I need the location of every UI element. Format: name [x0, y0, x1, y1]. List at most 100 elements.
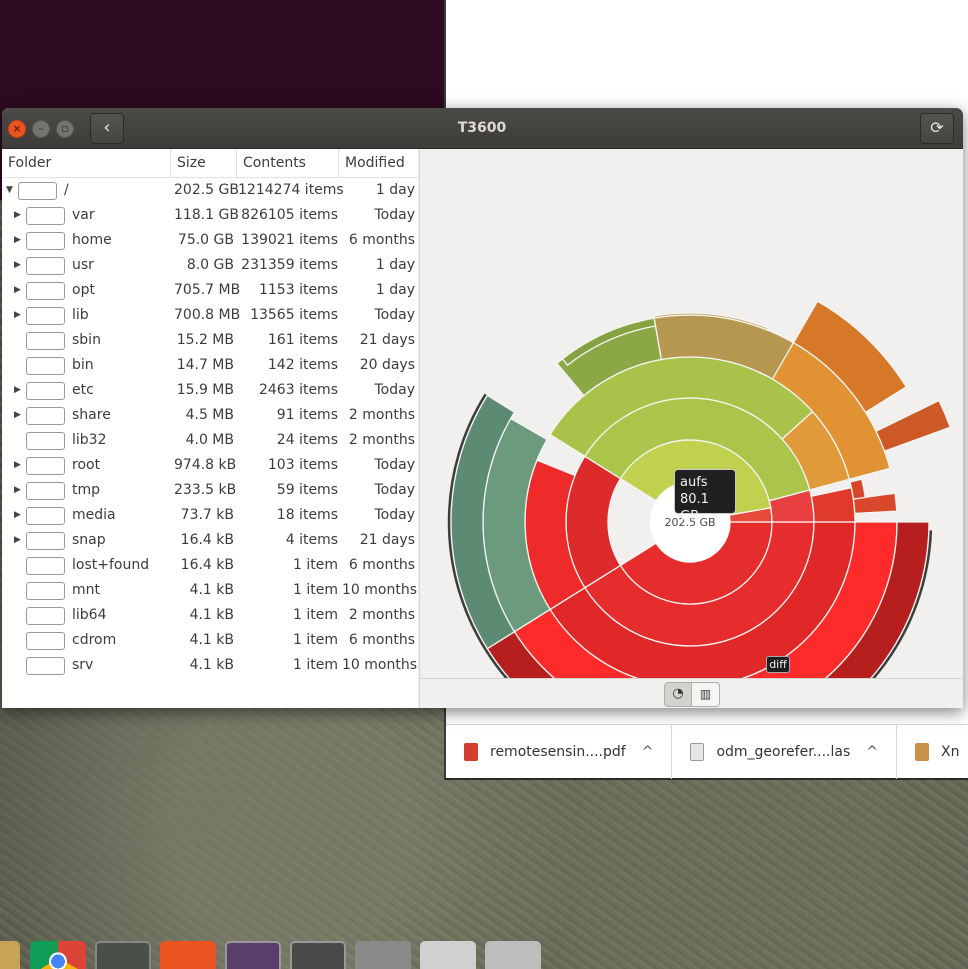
folder-name: var [72, 207, 95, 223]
close-button[interactable]: × [8, 120, 26, 138]
ring-segment-var-child[interactable] [810, 486, 856, 523]
chevron-right-icon[interactable]: ▶ [14, 278, 21, 303]
download-item[interactable]: Xn [897, 725, 968, 779]
column-header-contents[interactable]: Contents [237, 149, 339, 178]
folder-contents: 142 items [267, 357, 338, 373]
download-item[interactable]: remotesensin....pdf ^ [446, 724, 673, 779]
window-icon[interactable] [290, 941, 346, 969]
usage-bar [26, 407, 65, 425]
tree-row-lib32[interactable]: lib32 4.0 MB 24 items 2 months [2, 428, 418, 453]
usage-bar [26, 507, 65, 525]
chevron-right-icon[interactable]: ▶ [14, 228, 21, 253]
tree-row-srv[interactable]: srv 4.1 kB 1 item 10 months [2, 653, 418, 678]
hover-label: diff [766, 656, 790, 673]
folder-name: / [64, 182, 69, 198]
usage-bar [26, 232, 65, 250]
ring-chart-view-button[interactable]: ◔ [664, 682, 692, 707]
column-header-folder[interactable]: Folder [2, 149, 171, 178]
download-name: remotesensin....pdf [490, 743, 626, 760]
folder-name: snap [72, 532, 106, 548]
tree-row-lostfound[interactable]: lost+found 16.4 kB 1 item 6 months [2, 553, 418, 578]
ring-segment-usr-child[interactable] [875, 399, 952, 453]
folder-size: 705.7 MB [174, 282, 241, 298]
tree-row-mnt[interactable]: mnt 4.1 kB 1 item 10 months [2, 578, 418, 603]
ring-chart-panel[interactable]: 202.5 GB aufs 80.1 GB diff [419, 149, 963, 678]
usb-icon[interactable] [485, 941, 541, 969]
folder-size: 4.1 kB [189, 632, 234, 648]
usage-bar [26, 207, 65, 225]
ring-chart[interactable]: 202.5 GB [420, 149, 963, 678]
minimize-button[interactable]: – [32, 120, 50, 138]
chevron-right-icon[interactable]: ▶ [14, 478, 21, 503]
folder-modified: 21 days [359, 332, 415, 348]
package-icon [914, 742, 929, 761]
system-monitor-icon[interactable] [95, 941, 151, 969]
folder-modified: 1 day [375, 282, 415, 298]
tree-row-lib[interactable]: ▶ lib 700.8 MB 13565 items Today [2, 303, 418, 328]
back-button[interactable]: ‹ [90, 113, 124, 144]
disk-icon[interactable] [355, 941, 411, 969]
folder-modified: 1 day [375, 182, 415, 198]
tree-row-root[interactable]: ▼ / 202.5 GB 1214274 items 1 day [2, 178, 418, 203]
usage-bar [26, 632, 65, 650]
app-icon[interactable] [225, 941, 281, 969]
tree-row-bin[interactable]: bin 14.7 MB 142 items 20 days [2, 353, 418, 378]
folder-modified: 10 months [342, 582, 417, 598]
folder-name: lib [72, 307, 89, 323]
chevron-right-icon[interactable]: ▶ [14, 378, 21, 403]
folder-contents: 2463 items [258, 382, 338, 398]
usage-bar [26, 282, 65, 300]
tree-row-root[interactable]: ▶ root 974.8 kB 103 items Today [2, 453, 418, 478]
tree-row-share[interactable]: ▶ share 4.5 MB 91 items 2 months [2, 403, 418, 428]
folder-name: etc [72, 382, 94, 398]
chevron-right-icon[interactable]: ▶ [14, 303, 21, 328]
drive-icon[interactable] [420, 941, 476, 969]
tree-row-snap[interactable]: ▶ snap 16.4 kB 4 items 21 days [2, 528, 418, 553]
tree-row-etc[interactable]: ▶ etc 15.9 MB 2463 items Today [2, 378, 418, 403]
tree-row-sbin[interactable]: sbin 15.2 MB 161 items 21 days [2, 328, 418, 353]
usage-bar [26, 357, 65, 375]
chevron-right-icon[interactable]: ▶ [14, 253, 21, 278]
tree-row-home[interactable]: ▶ home 75.0 GB 139021 items 6 months [2, 228, 418, 253]
folder-size: 16.4 kB [180, 557, 234, 573]
ring-segment-small[interactable] [849, 478, 867, 500]
folder-modified: 2 months [348, 407, 415, 423]
folder-name: root [72, 457, 101, 473]
chevron-right-icon[interactable]: ▶ [14, 503, 21, 528]
folder-size: 73.7 kB [180, 507, 234, 523]
close-icon: × [12, 122, 22, 135]
tree-row-tmp[interactable]: ▶ tmp 233.5 kB 59 items Today [2, 478, 418, 503]
chevron-right-icon[interactable]: ▶ [14, 528, 21, 553]
folder-contents: 1 item [293, 607, 338, 623]
folder-name: home [72, 232, 112, 248]
tree-row-media[interactable]: ▶ media 73.7 kB 18 items Today [2, 503, 418, 528]
refresh-button[interactable]: ⟳ [920, 113, 954, 144]
tree-row-cdrom[interactable]: cdrom 4.1 kB 1 item 6 months [2, 628, 418, 653]
ubuntu-software-icon[interactable] [160, 941, 216, 969]
folder-name: cdrom [72, 632, 117, 648]
treemap-view-button[interactable]: ▥ [692, 682, 720, 707]
chevron-down-icon[interactable]: ▼ [6, 178, 13, 203]
tree-row-usr[interactable]: ▶ usr 8.0 GB 231359 items 1 day [2, 253, 418, 278]
chevron-right-icon[interactable]: ▶ [14, 403, 21, 428]
tree-row-opt[interactable]: ▶ opt 705.7 MB 1153 items 1 day [2, 278, 418, 303]
chrome-icon[interactable] [30, 941, 86, 969]
files-icon[interactable] [0, 941, 20, 969]
chevron-right-icon[interactable]: ▶ [14, 453, 21, 478]
window-title: T3600 [457, 120, 507, 136]
folder-modified: 6 months [348, 232, 415, 248]
column-header-modified[interactable]: Modified [339, 149, 418, 178]
folder-name: mnt [72, 582, 100, 598]
maximize-button[interactable]: ▫ [56, 120, 74, 138]
download-item[interactable]: odm_georefer....las ^ [672, 724, 897, 779]
tree-row-lib64[interactable]: lib64 4.1 kB 1 item 2 months [2, 603, 418, 628]
chevron-right-icon[interactable]: ▶ [14, 203, 21, 228]
chevron-up-icon[interactable]: ^ [642, 744, 654, 760]
view-switcher: ◔ ▥ [419, 678, 963, 708]
folder-size: 202.5 GB [174, 182, 239, 198]
file-icon [690, 742, 705, 761]
tree-row-var[interactable]: ▶ var 118.1 GB 826105 items Today [2, 203, 418, 228]
chevron-up-icon[interactable]: ^ [866, 744, 878, 760]
column-header-size[interactable]: Size [171, 149, 237, 178]
folder-modified: 2 months [348, 607, 415, 623]
